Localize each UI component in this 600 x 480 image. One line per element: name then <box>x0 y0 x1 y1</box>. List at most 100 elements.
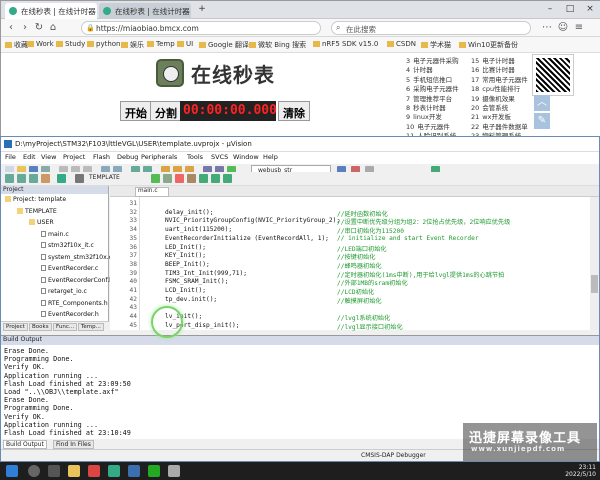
project-tree-item[interactable]: RTE_Components.h <box>41 299 108 307</box>
target-select[interactable]: TEMPLATE <box>89 174 120 181</box>
search-icon[interactable] <box>28 465 40 477</box>
project-tree-item[interactable]: EventRecorderConf.h <box>41 276 113 284</box>
code-line[interactable]: tp_dev.init(); <box>165 296 217 303</box>
code-line[interactable]: EventRecorderInitialize (EventRecordAll,… <box>165 235 329 242</box>
green-diamond-icon[interactable] <box>199 174 208 183</box>
menu-flash[interactable]: Flash <box>93 153 110 161</box>
tab-templates[interactable]: Temp... <box>78 323 104 331</box>
download-icon[interactable] <box>57 174 66 183</box>
project-tree-item[interactable]: main.c <box>41 230 69 238</box>
project-tree-item[interactable]: stm32f10x_it.c <box>41 242 94 249</box>
start-button[interactable]: 开始 <box>120 101 152 121</box>
menu-project[interactable]: Project <box>63 153 85 161</box>
explorer-icon[interactable] <box>68 465 80 477</box>
close-icon[interactable]: × <box>181 6 188 15</box>
back-icon[interactable]: ‹ <box>5 22 17 34</box>
code-line[interactable]: uart_init(115200); <box>165 226 232 233</box>
menu-tools[interactable]: Tools <box>187 153 203 161</box>
profile-icon[interactable]: ☺ <box>557 22 569 34</box>
menu-view[interactable]: View <box>41 153 56 161</box>
project-tree-item[interactable]: Project: template <box>5 196 66 203</box>
bookmark[interactable]: 学术猫 <box>421 40 451 50</box>
code-line[interactable]: NVIC_PriorityGroupConfig(NVIC_PriorityGr… <box>165 217 340 224</box>
bookmark[interactable]: CSDN <box>387 40 416 48</box>
uvision-taskbar-icon[interactable] <box>128 465 140 477</box>
app-icon-red[interactable] <box>88 465 100 477</box>
project-tree-item[interactable]: EventRecorder.h <box>41 311 99 318</box>
bookmark[interactable]: Study <box>56 40 85 48</box>
code-line[interactable]: LCD_Init(); <box>165 287 206 294</box>
search-input[interactable]: ⌕ 在此搜索 <box>331 21 531 35</box>
project-tree-item[interactable]: retarget_io.c <box>41 288 87 295</box>
rte-icon[interactable] <box>175 174 184 183</box>
new-tab-button[interactable]: + <box>193 2 211 17</box>
code-line[interactable]: FSMC_SRAM_Init(); <box>165 278 228 285</box>
clear-button[interactable]: 清除 <box>278 101 310 121</box>
close-window-button[interactable]: × <box>581 2 599 17</box>
green-diamond-icon-2[interactable] <box>211 174 220 183</box>
code-line[interactable]: LED_Init(); <box>165 244 206 251</box>
bookmark[interactable]: 微软 Bing 搜索 <box>249 40 306 50</box>
tab-find-in-files[interactable]: Find In Files <box>53 440 94 449</box>
menu-peripherals[interactable]: Peripherals <box>141 153 177 161</box>
tab-functions[interactable]: Func... <box>53 323 78 331</box>
menu-file[interactable]: File <box>5 153 16 161</box>
bookmark[interactable]: UI <box>177 40 193 48</box>
editor-tab-main-c[interactable]: main.c <box>135 187 169 197</box>
split-button[interactable]: 分割 <box>150 101 182 121</box>
tab-books[interactable]: Books <box>29 323 52 331</box>
wechat-icon[interactable] <box>148 465 160 477</box>
editor-scrollbar[interactable] <box>590 197 599 330</box>
extensions-icon[interactable]: ⋯ <box>541 22 553 34</box>
code-line[interactable]: TIM3_Int_Init(999,71); <box>165 270 247 277</box>
bookmark[interactable]: 收藏 <box>5 40 28 50</box>
rebuild-icon[interactable] <box>29 174 38 183</box>
browser-tab[interactable]: 在线秒表 | 在线计时器 | 在线 × <box>99 3 191 19</box>
bookmark[interactable]: Work <box>27 40 54 48</box>
scrollbar-thumb[interactable] <box>591 275 598 293</box>
code-line[interactable]: KEY_Init(); <box>165 252 206 259</box>
system-clock[interactable]: 23:11 2022/5/10 <box>565 464 596 478</box>
build-icon[interactable] <box>17 174 26 183</box>
project-tree-item[interactable]: EventRecorder.c <box>41 265 98 272</box>
browser-taskbar-icon[interactable] <box>108 465 120 477</box>
code-line[interactable]: delay_init(); <box>165 209 213 216</box>
task-view-icon[interactable] <box>48 465 60 477</box>
project-tree-item[interactable]: system_stm32f10x.c <box>41 253 112 261</box>
bookmark[interactable]: nRF5 SDK v15.0 <box>313 40 378 48</box>
manage-project-icon[interactable] <box>151 174 160 183</box>
scroll-top-icon[interactable]: ︿ <box>534 95 550 111</box>
code-line[interactable]: BEEP_Init(); <box>165 261 210 268</box>
bookmark[interactable]: 娱乐 <box>121 40 144 50</box>
reload-icon[interactable]: ↻ <box>33 22 45 34</box>
project-tree-item[interactable]: TEMPLATE <box>17 207 57 215</box>
menu-icon[interactable]: ≡ <box>573 22 585 34</box>
bookmark[interactable]: Google 翻译 <box>199 40 249 50</box>
maximize-button[interactable]: □ <box>561 2 579 17</box>
menu-svcs[interactable]: SVCS <box>211 153 228 161</box>
bookmark[interactable]: Temp <box>147 40 175 48</box>
file-extensions-icon[interactable] <box>163 174 172 183</box>
target-options-icon[interactable] <box>75 174 84 183</box>
minimize-button[interactable]: – <box>541 2 559 17</box>
forward-icon[interactable]: › <box>19 22 31 34</box>
browser-tab-active[interactable]: 在线秒表 | 在线计时器 | 在线 <box>5 3 97 19</box>
translate-icon[interactable] <box>5 174 14 183</box>
project-tree-item[interactable]: USER <box>29 219 54 226</box>
bookmark[interactable]: Win10更新备份 <box>459 40 518 50</box>
code-editor[interactable]: main.c 31 32 33 34 35 36 37 38 39 40 41 42 43 44 45 de… <box>110 186 599 331</box>
bookmark[interactable]: python <box>87 40 121 48</box>
pack-installer-icon[interactable] <box>187 174 196 183</box>
start-icon[interactable] <box>6 465 18 477</box>
menu-debug[interactable]: Debug <box>117 153 138 161</box>
menu-edit[interactable]: Edit <box>23 153 36 161</box>
batch-build-icon[interactable] <box>41 174 50 183</box>
green-diamond-icon-3[interactable] <box>223 174 232 183</box>
tab-build-output[interactable]: Build Output <box>3 440 47 449</box>
url-input[interactable]: 🔒 https://miaobiao.bmcx.com <box>81 21 321 35</box>
app-icon-gray[interactable] <box>168 465 180 477</box>
menu-window[interactable]: Window <box>233 153 259 161</box>
home-icon[interactable]: ⌂ <box>47 22 59 34</box>
tab-project[interactable]: Project <box>3 323 28 331</box>
menu-help[interactable]: Help <box>263 153 278 161</box>
